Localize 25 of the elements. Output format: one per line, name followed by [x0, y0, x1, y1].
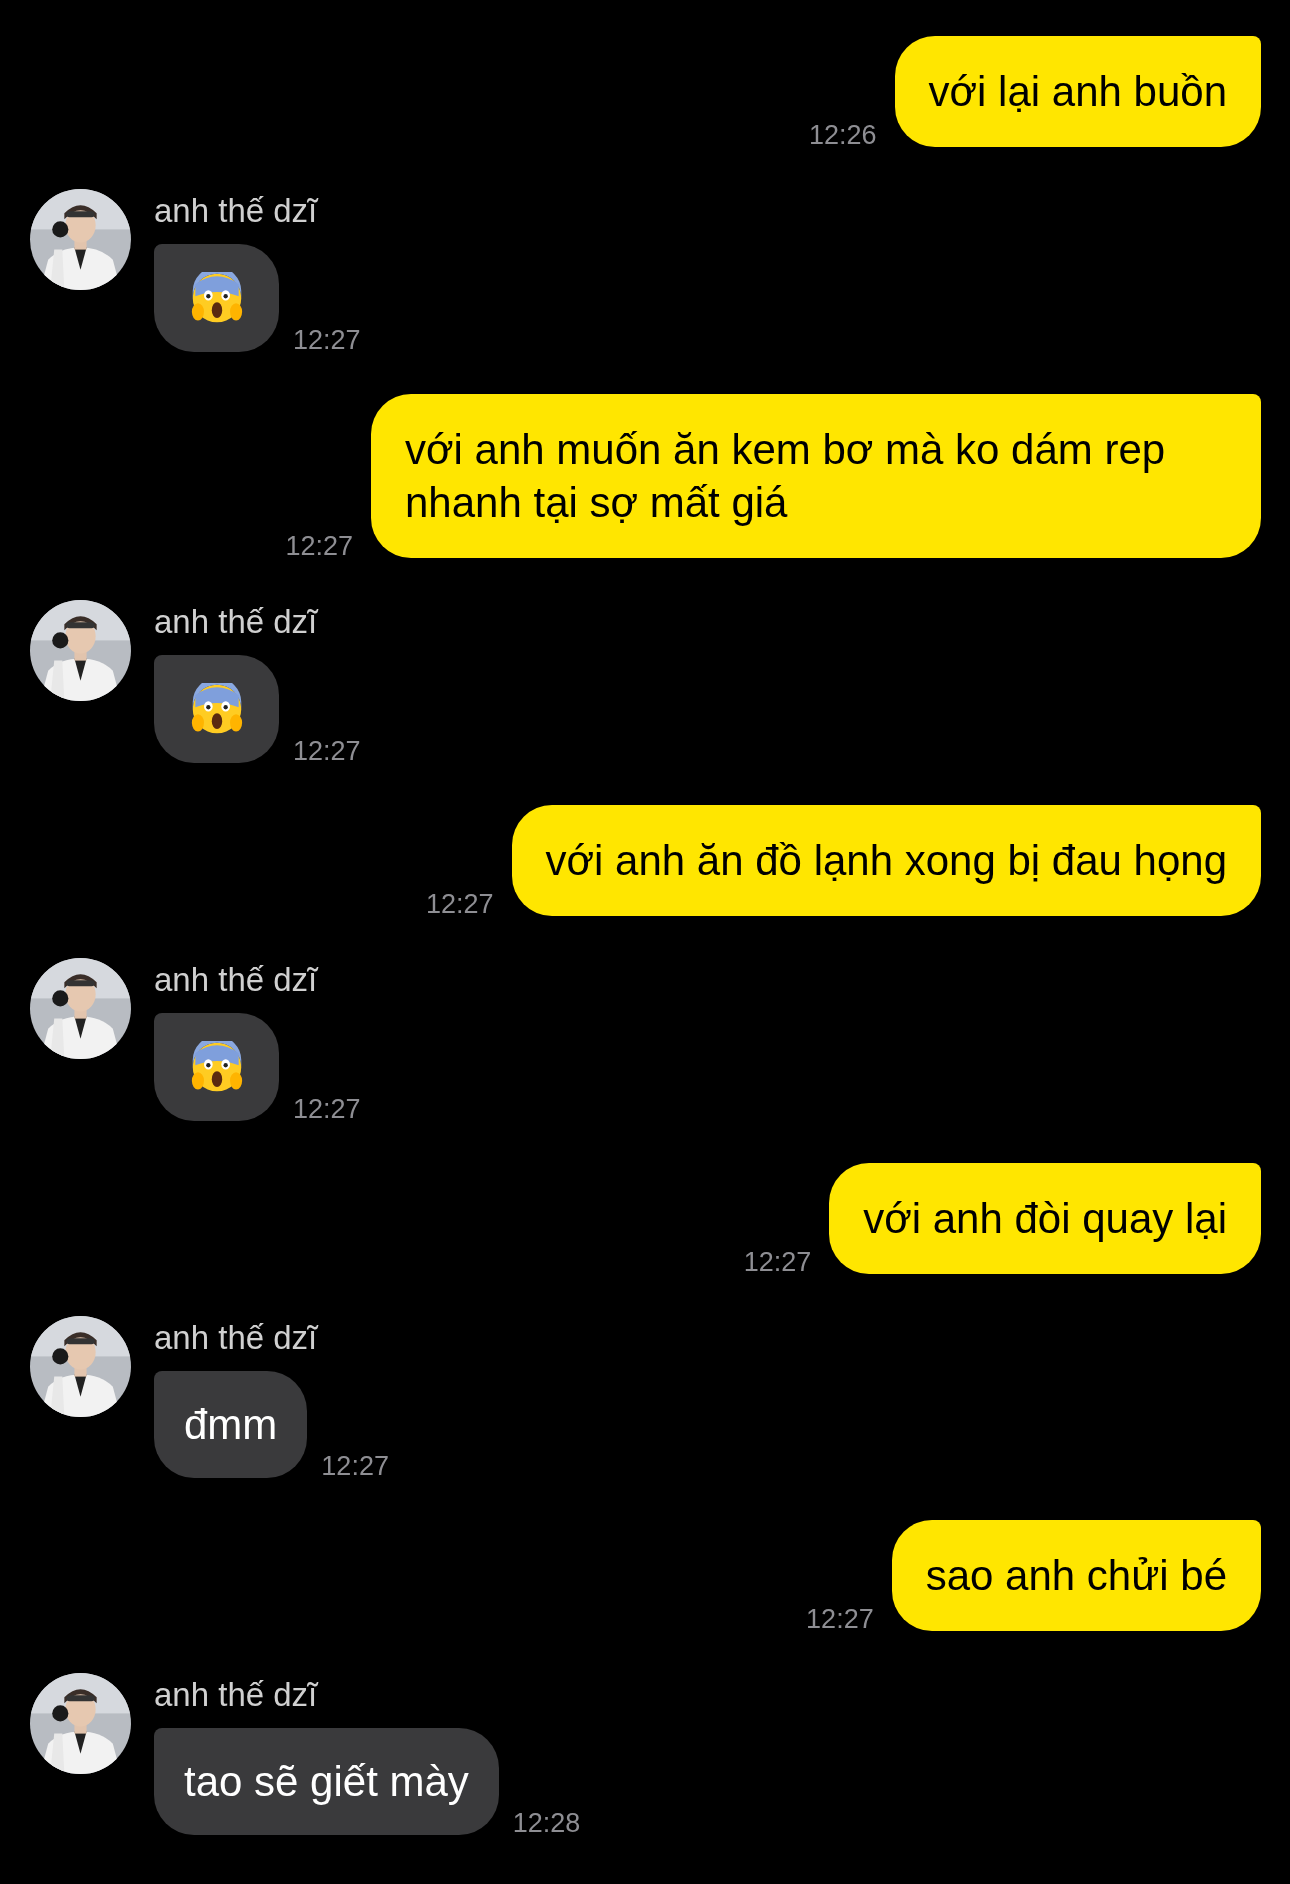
screaming-face-icon: [190, 1041, 243, 1093]
sender-name: anh thế dzĩ: [154, 191, 320, 231]
message-time: 12:27: [285, 533, 353, 560]
received-message-bubble: tao sẽ giết mày: [154, 1728, 499, 1835]
message-time: 12:26: [809, 122, 877, 149]
sender-name: anh thế dzĩ: [154, 1318, 320, 1358]
sent-message-bubble: với anh đòi quay lại: [829, 1163, 1261, 1274]
message-time: 12:27: [293, 738, 361, 765]
message-time: 12:28: [512, 1810, 581, 1837]
sent-message-bubble: sao anh chửi bé: [891, 1520, 1261, 1631]
received-message-bubble: đmm: [154, 1371, 308, 1478]
sender-name: anh thế dzĩ: [154, 960, 320, 1000]
screaming-face-icon: [190, 683, 243, 735]
sender-name: anh thế dzĩ: [154, 602, 320, 642]
message-time: 12:27: [743, 1249, 812, 1276]
message-time: 12:27: [426, 891, 494, 918]
screaming-face-icon: [190, 272, 243, 324]
sender-name: anh thế dzĩ: [154, 1675, 320, 1715]
message-time: 12:27: [321, 1453, 389, 1480]
sent-message-bubble: với lại anh buồn: [894, 36, 1261, 147]
message-time: 12:27: [293, 1096, 361, 1123]
sent-message-bubble: với anh ăn đồ lạnh xong bị đau họng: [511, 805, 1261, 916]
message-time: 12:27: [806, 1606, 874, 1633]
sent-message-bubble: với anh muốn ăn kem bơ mà ko dám rep nhanh tại sợ mất giá: [371, 394, 1261, 558]
message-time: 12:27: [293, 327, 361, 354]
